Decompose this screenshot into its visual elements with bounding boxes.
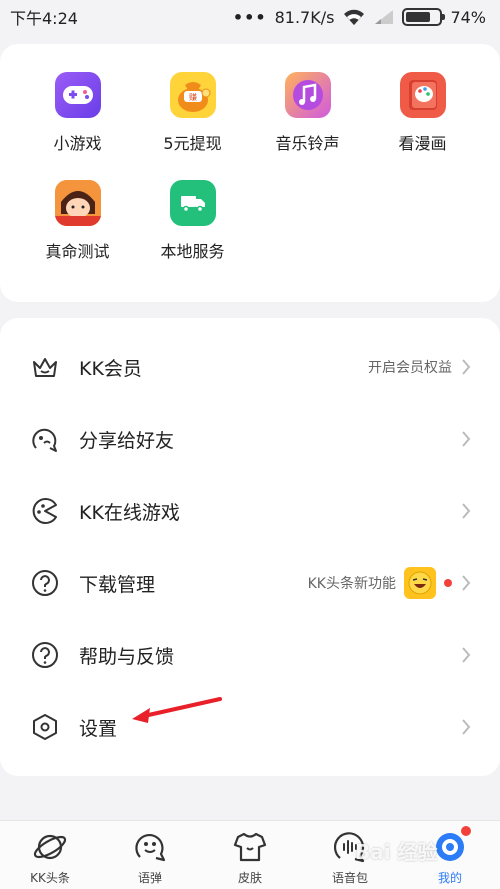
nav-label: 皮肤 (237, 871, 262, 885)
new-badge-dot (444, 579, 452, 587)
more-dots-icon: ••• (232, 7, 267, 27)
app-cash-out[interactable]: 赚 5元提现 (135, 72, 250, 154)
app-local-services[interactable]: 本地服务 (135, 180, 250, 262)
quick-apps-card: 小游戏 赚 5元提现 音乐铃声 看漫画 真命测试 本地服务 (0, 44, 500, 302)
palette-book-icon (399, 72, 446, 118)
downloads-hint: KK头条新功能 (307, 576, 396, 592)
pacman-icon (32, 498, 57, 524)
hexagon-gear-icon (33, 714, 57, 740)
cartoon-girl-icon (54, 180, 101, 226)
app-comics[interactable]: 看漫画 (365, 72, 480, 154)
menu-label: 设置 (79, 717, 118, 740)
menu-label: 帮助与反馈 (79, 645, 175, 668)
share-face-icon (32, 428, 57, 452)
menu-label: 下载管理 (79, 573, 156, 596)
app-destiny-test[interactable]: 真命测试 (20, 180, 135, 262)
row-right (460, 718, 472, 736)
menu-item-downloads[interactable]: 下载管理 KK头条新功能 (0, 547, 500, 619)
menu-label: KK在线游戏 (79, 501, 180, 524)
menu-item-online-games[interactable]: KK在线游戏 (0, 475, 500, 547)
menu-item-settings[interactable]: 设置 (0, 691, 500, 763)
network-speed: 81.7K/s (274, 7, 335, 27)
quick-apps-grid: 小游戏 赚 5元提现 音乐铃声 看漫画 真命测试 本地服务 (20, 72, 480, 262)
menu-label: KK会员 (79, 357, 142, 380)
question-circle-icon (32, 642, 58, 668)
nav-skins[interactable]: 皮肤 (200, 821, 300, 889)
status-time: 下午4:24 (10, 9, 78, 28)
nav-label: 我的 (437, 871, 462, 885)
chevron-right-icon (462, 719, 471, 735)
app-mini-games[interactable]: 小游戏 (20, 72, 135, 154)
vip-hint: 开启会员权益 (368, 360, 452, 376)
app-label: 音乐铃声 (275, 134, 340, 153)
chat-face-icon (135, 833, 166, 862)
chevron-right-icon (462, 647, 471, 663)
menu-item-help[interactable]: 帮助与反馈 (0, 619, 500, 691)
nav-label: 语弹 (137, 871, 162, 885)
battery-percent: 74% (450, 7, 486, 27)
crown-icon (33, 358, 57, 377)
nav-label: KK头条 (30, 871, 70, 885)
nav-kk-headlines[interactable]: KK头条 (0, 821, 100, 889)
laughing-emoji-icon (404, 567, 436, 599)
chevron-right-icon (462, 575, 471, 591)
status-bar: 下午4:24 ••• 81.7K/s 74% (0, 0, 500, 34)
row-right: 开启会员权益 (368, 357, 472, 377)
chevron-right-icon (462, 359, 471, 375)
gamepad-icon (54, 72, 101, 118)
app-label: 5元提现 (163, 134, 222, 153)
chevron-right-icon (462, 431, 471, 447)
watermark: Bai 经验 (355, 840, 438, 864)
chevron-right-icon (462, 503, 471, 519)
annotation-arrow-icon (132, 697, 222, 723)
svg-text:赚: 赚 (189, 92, 197, 102)
status-right: ••• 81.7K/s 74% (233, 8, 486, 27)
battery-icon (402, 8, 446, 26)
wifi-icon (344, 9, 365, 25)
signal-icon (375, 10, 394, 24)
app-ringtones[interactable]: 音乐铃声 (250, 72, 365, 154)
planet-icon (33, 834, 67, 860)
nav-yudan[interactable]: 语弹 (100, 821, 200, 889)
question-circle-icon (32, 570, 58, 596)
menu-item-share[interactable]: 分享给好友 (0, 403, 500, 475)
money-bag-icon: 赚 (169, 72, 216, 118)
menu-item-vip[interactable]: KK会员 开启会员权益 (0, 331, 500, 403)
menu-list-card: KK会员 开启会员权益 分享给好友 KK在线游戏 下载管理 KK头条新功能 帮助… (0, 318, 500, 776)
app-label: 本地服务 (160, 242, 225, 261)
row-right (460, 430, 472, 448)
tshirt-icon (233, 832, 267, 862)
notification-badge-dot (460, 825, 472, 837)
nav-label: 语音包 (331, 871, 368, 885)
app-label: 小游戏 (53, 134, 102, 153)
truck-icon (169, 180, 216, 226)
menu-label: 分享给好友 (79, 429, 175, 452)
row-right: KK头条新功能 (308, 567, 472, 599)
app-label: 真命测试 (45, 242, 110, 261)
row-right (460, 646, 472, 664)
app-label: 看漫画 (398, 134, 447, 153)
row-right (460, 502, 472, 520)
music-note-icon (284, 72, 331, 118)
